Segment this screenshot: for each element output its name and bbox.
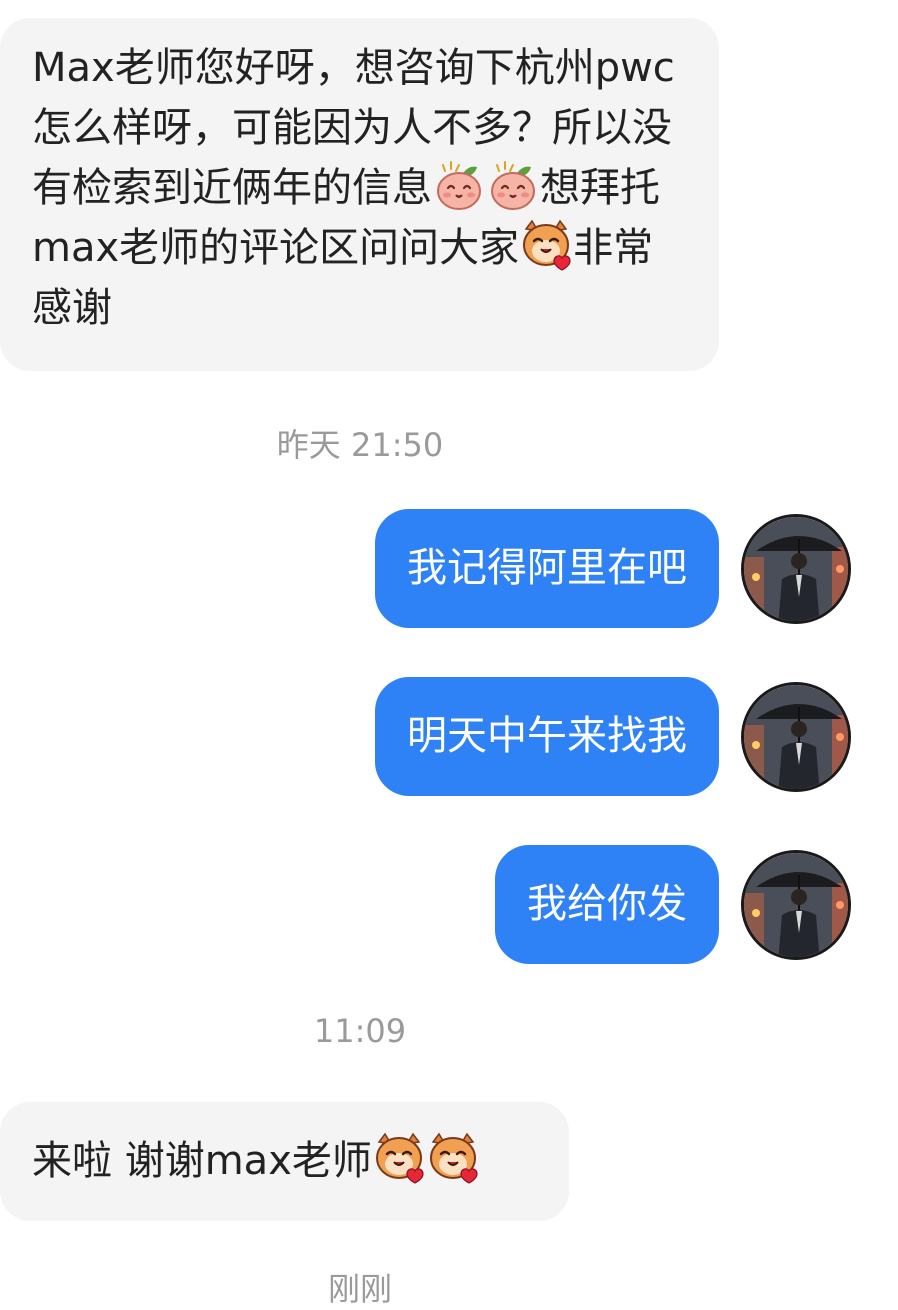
cat-heart-emoji-icon (520, 219, 572, 271)
incoming-message-bubble[interactable]: 来啦 谢谢max老师 (0, 1102, 569, 1221)
timestamp: 刚刚 (327, 1270, 392, 1308)
message-text: 来啦 谢谢max老师 (32, 1138, 372, 1184)
outgoing-message-bubble[interactable]: 我记得阿里在吧 (375, 509, 719, 628)
outgoing-message-bubble[interactable]: 明天中午来找我 (375, 677, 719, 796)
timestamp: 11:09 (313, 1012, 407, 1050)
peach-blush-emoji-icon (487, 159, 539, 211)
message-text: 我给你发 (527, 881, 687, 927)
incoming-message-bubble[interactable]: Max老师您好呀，想咨询下杭州pwc怎么样呀，可能因为人不多？所以没有检索到近俩… (0, 18, 719, 371)
user-avatar[interactable] (741, 514, 851, 624)
man-with-umbrella-avatar-icon (744, 853, 851, 960)
man-with-umbrella-avatar-icon (744, 685, 851, 792)
message-text: 明天中午来找我 (407, 713, 687, 759)
cat-heart-emoji-icon (427, 1132, 479, 1184)
man-with-umbrella-avatar-icon (744, 517, 851, 624)
cat-heart-emoji-icon (373, 1132, 425, 1184)
peach-blush-emoji-icon (433, 159, 485, 211)
user-avatar[interactable] (741, 682, 851, 792)
timestamp: 昨天 21:50 (276, 426, 444, 464)
outgoing-message-bubble[interactable]: 我给你发 (495, 845, 719, 964)
message-text: 我记得阿里在吧 (407, 545, 687, 591)
user-avatar[interactable] (741, 850, 851, 960)
